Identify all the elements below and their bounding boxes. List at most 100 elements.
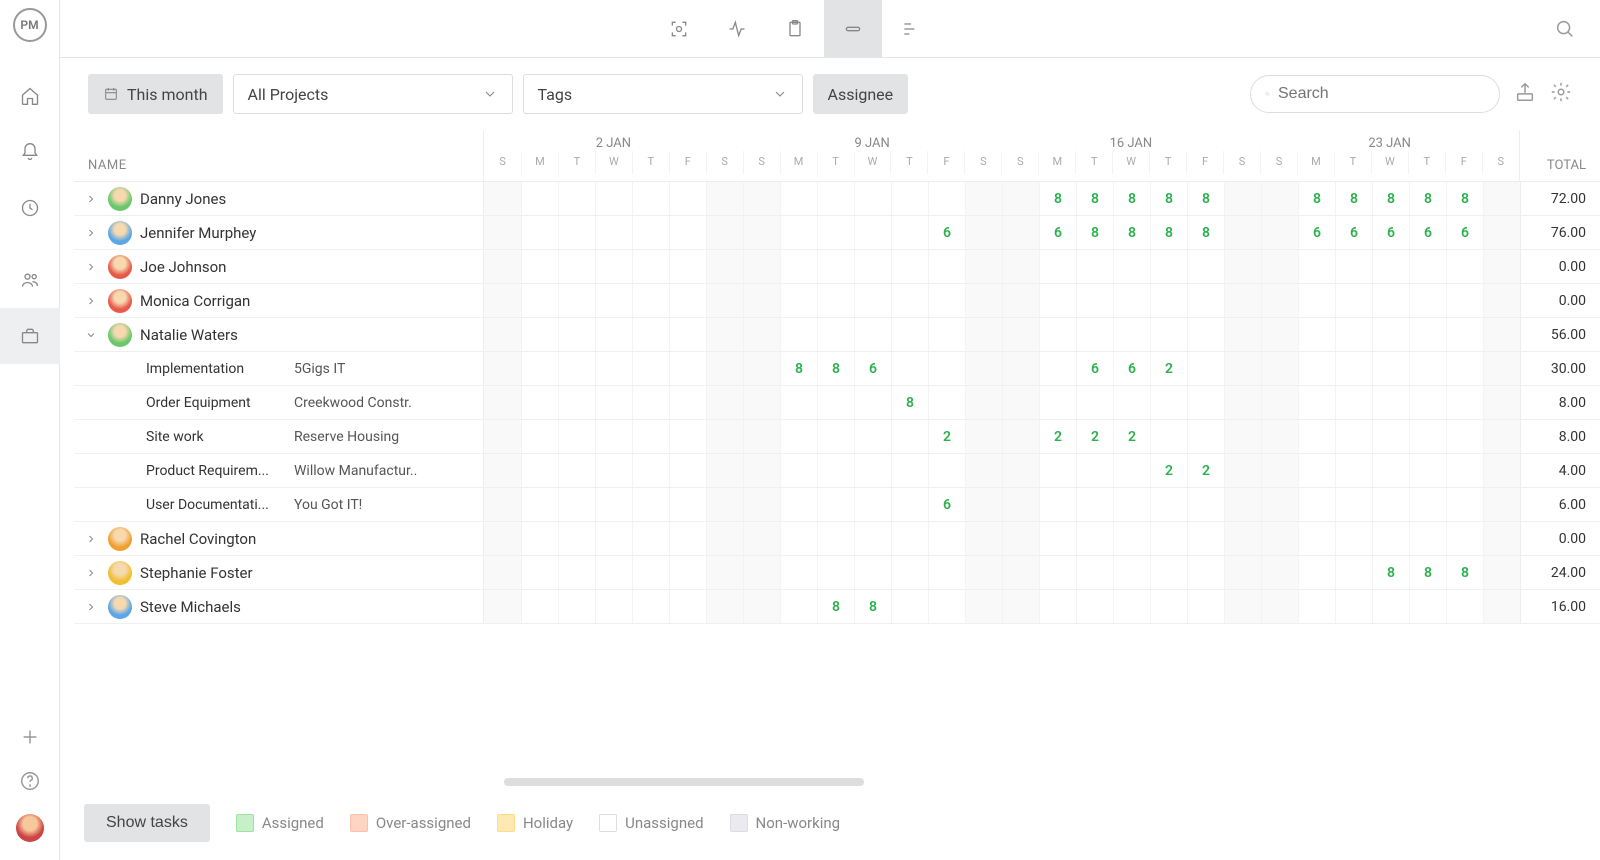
workload-cell[interactable] [1224, 488, 1261, 521]
workload-cell[interactable] [1372, 488, 1409, 521]
workload-cell[interactable] [1002, 352, 1039, 385]
workload-cell[interactable] [743, 386, 780, 419]
workload-cell[interactable] [1187, 250, 1224, 283]
workload-cell[interactable] [780, 250, 817, 283]
workload-cell[interactable] [632, 420, 669, 453]
workload-cell[interactable] [1298, 522, 1335, 555]
workload-cell[interactable] [1446, 250, 1483, 283]
workload-cell[interactable] [817, 250, 854, 283]
workload-cell[interactable] [780, 182, 817, 215]
expand-toggle[interactable] [82, 601, 100, 613]
workload-cell[interactable] [743, 250, 780, 283]
workload-cell[interactable] [780, 488, 817, 521]
workload-cell[interactable] [1261, 556, 1298, 589]
horizontal-scrollbar[interactable] [504, 778, 864, 786]
workload-cell[interactable] [780, 556, 817, 589]
workload-cell[interactable] [1150, 522, 1187, 555]
workload-cell[interactable] [1113, 488, 1150, 521]
workload-cell[interactable] [780, 284, 817, 317]
workload-cell[interactable] [965, 488, 1002, 521]
workload-cell[interactable] [928, 250, 965, 283]
workload-cell[interactable] [632, 556, 669, 589]
workload-cell[interactable] [558, 590, 595, 623]
workload-cell[interactable] [1483, 590, 1520, 623]
workload-cell[interactable] [780, 216, 817, 249]
workload-cell[interactable] [1187, 352, 1224, 385]
workload-cell[interactable] [817, 556, 854, 589]
workload-cell[interactable] [854, 488, 891, 521]
workload-cell[interactable] [669, 488, 706, 521]
workload-cell[interactable] [1483, 318, 1520, 351]
workload-cell[interactable] [743, 284, 780, 317]
workload-cell[interactable]: 6 [1446, 216, 1483, 249]
workload-cell[interactable] [521, 420, 558, 453]
workload-cell[interactable] [595, 352, 632, 385]
workload-cell[interactable] [928, 590, 965, 623]
workload-cell[interactable] [1224, 216, 1261, 249]
workload-cell[interactable] [1298, 454, 1335, 487]
expand-toggle[interactable] [82, 193, 100, 205]
workload-cell[interactable] [558, 182, 595, 215]
workload-cell[interactable] [1150, 318, 1187, 351]
workload-cell[interactable] [1372, 386, 1409, 419]
workload-cell[interactable] [1224, 250, 1261, 283]
expand-toggle[interactable] [82, 533, 100, 545]
show-tasks-button[interactable]: Show tasks [84, 804, 210, 842]
sidebar-user-avatar[interactable] [16, 814, 44, 842]
workload-cell[interactable]: 6 [1076, 352, 1113, 385]
workload-cell[interactable] [669, 250, 706, 283]
workload-cell[interactable] [743, 318, 780, 351]
workload-cell[interactable] [1335, 488, 1372, 521]
workload-cell[interactable] [1261, 454, 1298, 487]
workload-cell[interactable] [817, 284, 854, 317]
workload-cell[interactable] [817, 420, 854, 453]
workload-cell[interactable] [854, 216, 891, 249]
workload-cell[interactable] [854, 284, 891, 317]
sidebar-workload[interactable] [0, 308, 60, 364]
workload-cell[interactable] [521, 386, 558, 419]
workload-cell[interactable] [558, 488, 595, 521]
workload-cell[interactable]: 6 [1039, 216, 1076, 249]
workload-cell[interactable] [780, 318, 817, 351]
workload-cell[interactable]: 2 [1113, 420, 1150, 453]
workload-cell[interactable] [521, 454, 558, 487]
workload-cell[interactable] [1335, 284, 1372, 317]
workload-cell[interactable] [1372, 522, 1409, 555]
workload-cell[interactable] [1224, 284, 1261, 317]
expand-toggle[interactable] [82, 295, 100, 307]
workload-cell[interactable] [1483, 454, 1520, 487]
workload-cell[interactable] [817, 454, 854, 487]
workload-cell[interactable] [669, 284, 706, 317]
workload-cell[interactable] [1113, 454, 1150, 487]
sidebar-add[interactable] [19, 726, 41, 752]
workload-cell[interactable] [558, 556, 595, 589]
workload-cell[interactable] [558, 352, 595, 385]
workload-cell[interactable] [854, 386, 891, 419]
workload-cell[interactable] [558, 522, 595, 555]
workload-cell[interactable] [817, 318, 854, 351]
workload-cell[interactable] [1224, 522, 1261, 555]
workload-cell[interactable] [1446, 590, 1483, 623]
workload-cell[interactable] [632, 590, 669, 623]
workload-cell[interactable] [595, 488, 632, 521]
workload-cell[interactable] [891, 522, 928, 555]
workload-cell[interactable] [1076, 284, 1113, 317]
workload-cell[interactable] [1002, 454, 1039, 487]
workload-cell[interactable] [632, 318, 669, 351]
workload-cell[interactable] [1372, 420, 1409, 453]
workload-cell[interactable] [891, 284, 928, 317]
workload-cell[interactable] [1224, 454, 1261, 487]
workload-cell[interactable] [1335, 454, 1372, 487]
workload-cell[interactable] [1150, 386, 1187, 419]
workload-cell[interactable] [1187, 386, 1224, 419]
workload-cell[interactable] [1261, 318, 1298, 351]
workload-cell[interactable] [1150, 420, 1187, 453]
workload-cell[interactable] [928, 386, 965, 419]
sidebar-team[interactable] [0, 252, 60, 308]
workload-cell[interactable] [706, 284, 743, 317]
workload-cell[interactable]: 8 [891, 386, 928, 419]
workload-cell[interactable] [965, 318, 1002, 351]
workload-cell[interactable] [928, 284, 965, 317]
workload-cell[interactable] [1039, 488, 1076, 521]
workload-cell[interactable] [1150, 556, 1187, 589]
